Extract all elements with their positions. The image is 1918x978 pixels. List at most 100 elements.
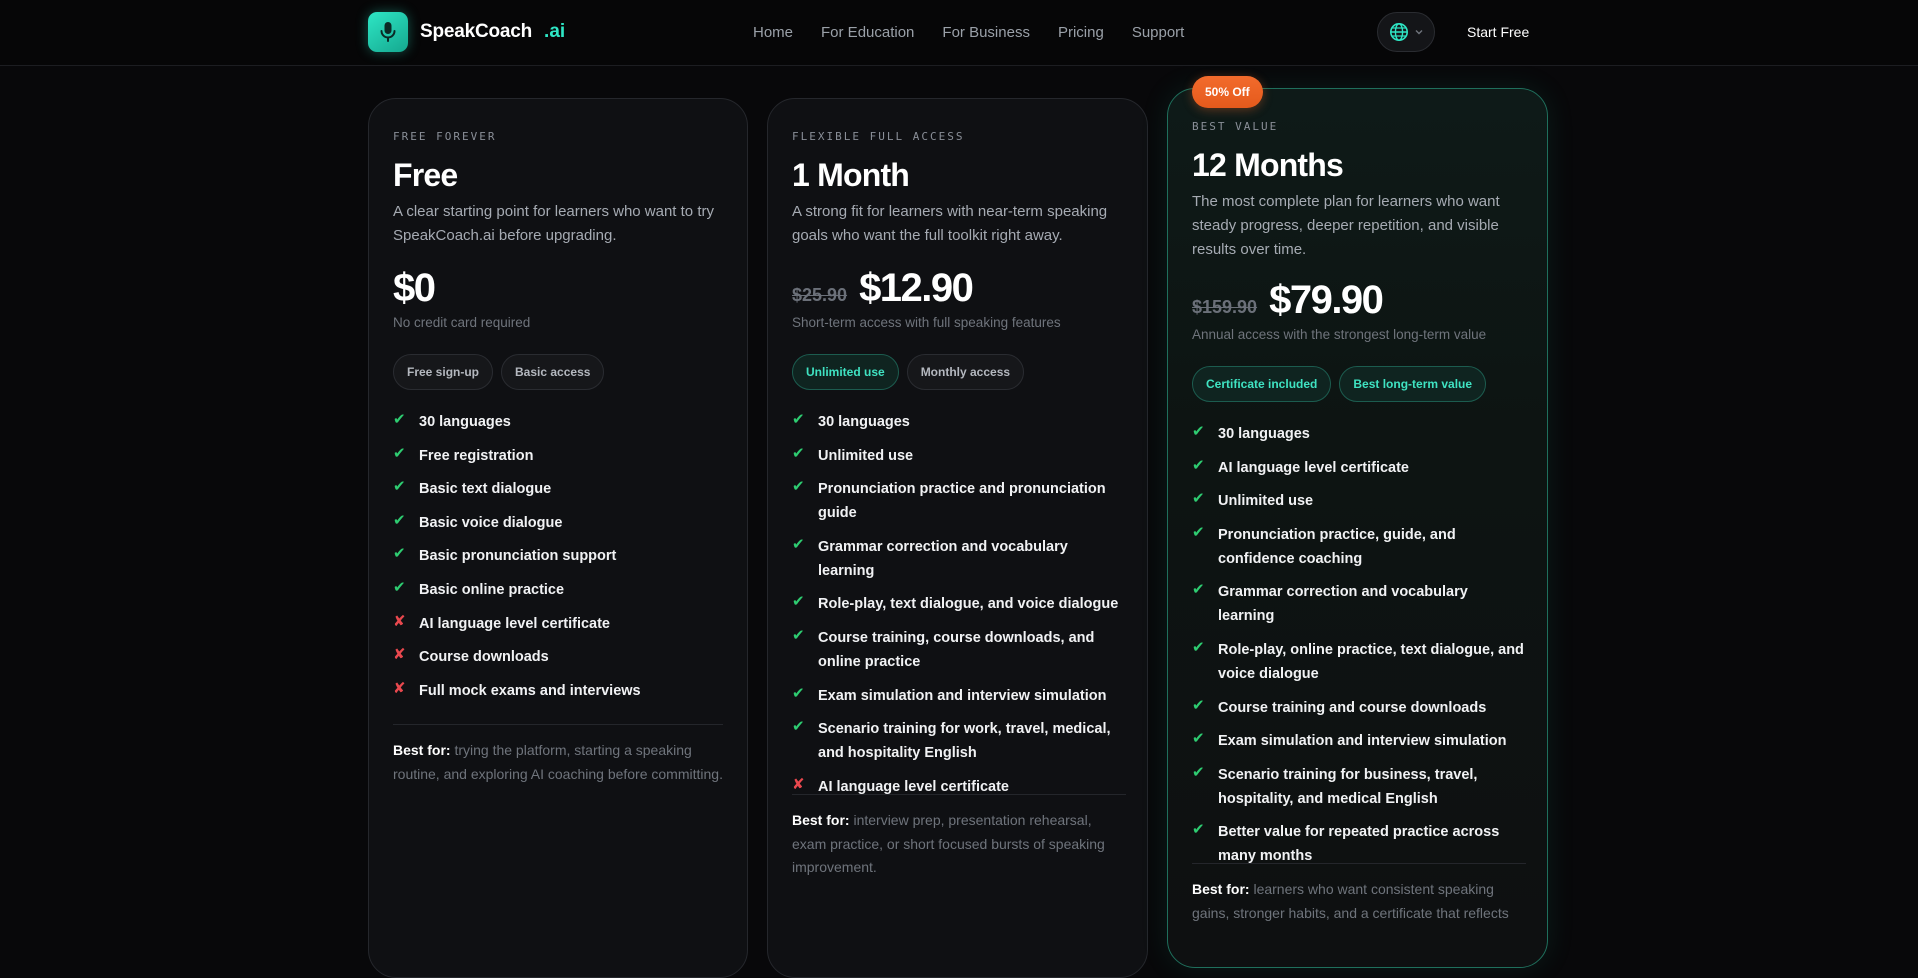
plan-tags: Free sign-up Basic access — [393, 354, 605, 390]
plan-price: $0 — [393, 266, 436, 310]
nav-link-support[interactable]: Support — [1132, 24, 1185, 41]
feature-item: ✔ Basic voice dialogue — [393, 511, 723, 535]
brand-name: SpeakCoach — [420, 21, 533, 42]
feature-text: 30 languages — [818, 414, 910, 430]
nav-link-home[interactable]: Home — [753, 24, 793, 41]
feature-item: ✔ Pronunciation practice, guide, and conf… — [1192, 523, 1528, 571]
feature-text: Basic online practice — [419, 581, 565, 598]
check-icon: ✔ — [1192, 456, 1205, 474]
divider — [792, 794, 1126, 795]
check-icon: ✔ — [792, 478, 805, 496]
feature-text: Scenario training for business, travel, … — [1218, 766, 1478, 807]
price-row: $25.90 $12.90 — [792, 266, 974, 311]
feature-text: 30 languages — [419, 414, 511, 430]
feature-text: AI language level certificate — [419, 615, 610, 632]
feature-list: ✔ 30 languages ✔ AI language level certific… — [1192, 422, 1528, 878]
plan-eyebrow: BEST VALUE — [1192, 120, 1279, 133]
plan-tag: Best long-term value — [1339, 366, 1487, 402]
start-free-button[interactable]: Start Free — [1467, 0, 1529, 64]
main-nav: Home For Education For Business Pricing … — [753, 0, 1212, 64]
feature-text: Unlimited use — [818, 447, 914, 464]
best-for-label: Best for: — [792, 812, 850, 828]
divider — [1192, 863, 1526, 864]
feature-text: Exam simulation and interview simulation — [1218, 733, 1507, 750]
feature-text: Course downloads — [419, 649, 549, 666]
feature-text: Full mock exams and interviews — [419, 682, 641, 699]
price-row: $159.90 $79.90 — [1192, 278, 1384, 323]
feature-item: ✔ Role-play, online practice, text dialog… — [1192, 638, 1528, 686]
best-for-text: Best for: trying the platform, starting … — [393, 739, 723, 786]
check-icon: ✔ — [393, 578, 406, 596]
feature-item: ✘ AI language level certificate — [393, 612, 723, 636]
chevron-down-icon — [1415, 30, 1423, 35]
feature-item: ✔ Grammar correction and vocabulary learn… — [792, 535, 1128, 583]
check-icon: ✔ — [1192, 638, 1205, 656]
best-for-label: Best for: — [393, 742, 451, 758]
feature-item: ✔ Basic pronunciation support — [393, 544, 723, 568]
feature-text: Basic text dialogue — [419, 481, 552, 498]
feature-text: Grammar correction and vocabulary learni… — [818, 538, 1068, 579]
plan-tags: Unlimited use Monthly access — [792, 354, 1025, 390]
feature-text: Pronunciation practice, guide, and confi… — [1218, 526, 1456, 567]
cross-icon: ✘ — [393, 679, 406, 697]
price-row: $0 — [393, 266, 436, 311]
plan-price: $79.90 — [1269, 278, 1384, 322]
microphone-icon — [368, 12, 408, 52]
plan-tag: Certificate included — [1192, 366, 1332, 402]
best-for-text: Best for: interview prep, presentation r… — [792, 809, 1126, 880]
plan-price: $12.90 — [859, 266, 974, 310]
feature-text: Course training and course downloads — [1218, 699, 1487, 716]
language-selector-button[interactable] — [1377, 12, 1435, 52]
feature-item: ✔ Scenario training for work, travel, med… — [792, 717, 1128, 765]
feature-item: ✔ Pronunciation practice and pronunciatio… — [792, 477, 1128, 525]
check-icon: ✔ — [792, 684, 805, 702]
feature-text: Basic voice dialogue — [419, 514, 563, 531]
feature-text: 30 languages — [1218, 426, 1310, 442]
feature-item: ✔ 30 languages — [393, 410, 723, 434]
check-icon: ✔ — [393, 545, 406, 563]
check-icon: ✔ — [1192, 490, 1205, 508]
nav-link-for-business[interactable]: For Business — [942, 24, 1030, 41]
check-icon: ✔ — [1192, 821, 1205, 839]
feature-item: ✔ 30 languages — [792, 410, 1128, 434]
plan-description: The most complete plan for learners who … — [1192, 193, 1500, 258]
feature-item: ✔ Unlimited use — [792, 444, 1128, 468]
cross-icon: ✘ — [393, 612, 406, 630]
discount-badge: 50% Off — [1192, 76, 1263, 108]
brand-suffix: .ai — [544, 21, 566, 42]
feature-list: ✔ 30 languages ✔ Free registration ✔ Basic te… — [393, 410, 723, 712]
price-note: Annual access with the strongest long-te… — [1192, 327, 1487, 342]
feature-item: ✔ Better value for repeated practice acro… — [1192, 820, 1528, 868]
top-navbar: SpeakCoach .ai Home For Education For Bu… — [0, 0, 1918, 66]
feature-text: Grammar correction and vocabulary learni… — [1218, 584, 1468, 625]
plan-name: 1 Month — [792, 157, 910, 193]
plan-name: Free — [393, 157, 458, 193]
original-price: $159.90 — [1192, 297, 1258, 317]
feature-item: ✔ Exam simulation and interview simulatio… — [1192, 729, 1528, 753]
brand-logo-link[interactable]: SpeakCoach .ai — [368, 12, 565, 52]
feature-text: Course training, course downloads, and o… — [818, 629, 1095, 670]
check-icon: ✔ — [393, 411, 406, 428]
plan-card-12-months: BEST VALUE 12 Months The most complete p… — [1167, 88, 1548, 968]
feature-item: ✔ Basic online practice — [393, 578, 723, 602]
check-icon: ✔ — [792, 593, 805, 611]
plan-tags: Certificate included Best long-term valu… — [1192, 366, 1487, 402]
nav-link-for-education[interactable]: For Education — [821, 24, 914, 41]
feature-item: ✔ Course training, course downloads, and … — [792, 626, 1128, 674]
feature-item: ✔ Unlimited use — [1192, 489, 1528, 513]
price-note: Short-term access with full speaking fea… — [792, 315, 1061, 330]
plan-eyebrow: FLEXIBLE FULL ACCESS — [792, 130, 965, 143]
plan-eyebrow: FREE FOREVER — [393, 130, 497, 143]
plan-description: A strong fit for learners with near-term… — [792, 203, 1108, 244]
plan-tag: Unlimited use — [792, 354, 899, 390]
plan-card-free: FREE FOREVER Free A clear starting point… — [368, 98, 748, 978]
plan-tag: Monthly access — [906, 354, 1025, 390]
best-for-label: Best for: — [1192, 881, 1250, 897]
nav-link-pricing[interactable]: Pricing — [1058, 24, 1104, 41]
check-icon: ✔ — [1192, 523, 1205, 541]
feature-text: AI language level certificate — [1218, 459, 1409, 476]
check-icon: ✔ — [393, 444, 406, 462]
feature-item: ✔ Grammar correction and vocabulary learn… — [1192, 580, 1528, 628]
plan-card-1-month: FLEXIBLE FULL ACCESS 1 Month A strong fi… — [767, 98, 1148, 978]
feature-item: ✔ Exam simulation and interview simulatio… — [792, 684, 1128, 708]
